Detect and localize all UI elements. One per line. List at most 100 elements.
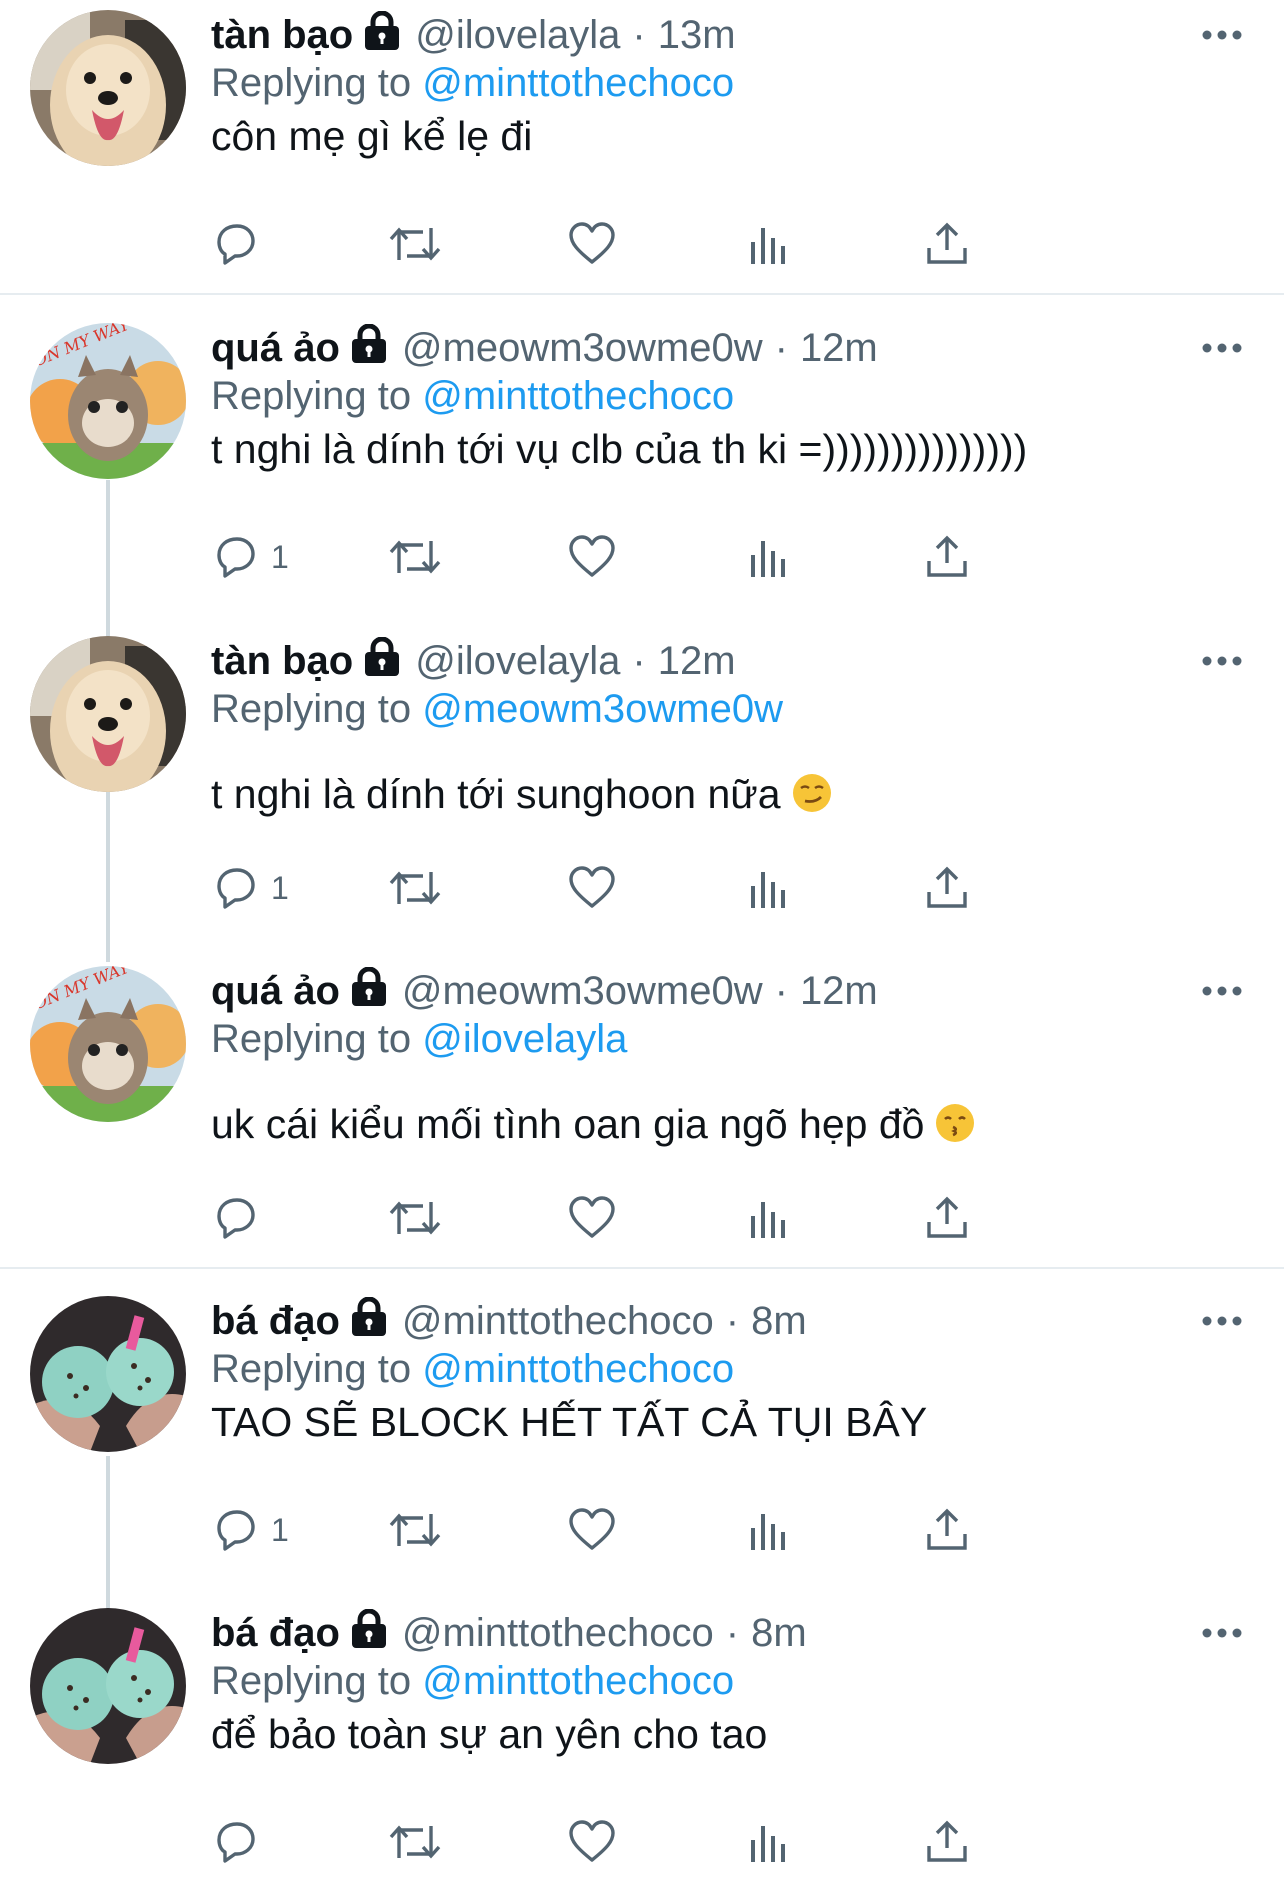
action-bar [211,214,1151,274]
analytics-icon [751,1826,785,1862]
reply-button[interactable] [211,1812,271,1872]
retweet-icon [389,871,441,905]
user-handle[interactable]: @minttothechoco [402,1608,714,1658]
analytics-button[interactable] [745,214,789,274]
analytics-button[interactable] [745,1812,789,1872]
retweet-icon [389,1825,441,1859]
action-bar [211,1812,1151,1872]
timestamp[interactable]: 13m [658,10,736,60]
reply-icon [217,1198,255,1239]
display-name[interactable]: bá đạo [211,1608,340,1658]
share-button[interactable] [923,527,971,587]
more-options-icon[interactable] [1200,20,1244,50]
timestamp[interactable]: 12m [800,966,878,1016]
replying-to-link[interactable]: @minttothechoco [422,374,734,418]
analytics-icon [751,228,785,264]
kissing-emoji-icon [934,1102,976,1144]
analytics-icon [751,1514,785,1550]
reply-count: 1 [271,538,289,575]
retweet-button[interactable] [389,214,441,274]
display-name[interactable]: tàn bạo [211,10,353,60]
user-handle[interactable]: @meowm3owme0w [402,323,763,373]
more-options-icon[interactable] [1200,1618,1244,1648]
separator-dot: · [725,1299,740,1343]
reply-count: 1 [271,1511,289,1548]
share-button[interactable] [923,1188,971,1248]
analytics-button[interactable] [745,527,789,587]
analytics-button[interactable] [745,858,789,918]
reply-count: 1 [271,869,289,906]
reply-button[interactable]: 1 [211,858,289,918]
replying-to: Replying to @minttothechoco [211,1344,734,1394]
action-bar [211,1188,1151,1248]
like-button[interactable] [567,1500,617,1560]
user-handle[interactable]: @meowm3owme0w [402,966,763,1016]
reply-button[interactable] [211,214,271,274]
dog-avatar[interactable] [30,10,186,166]
more-options-icon[interactable] [1200,976,1244,1006]
retweet-button[interactable] [389,1188,441,1248]
like-button[interactable] [567,1188,617,1248]
like-button[interactable] [567,858,617,918]
like-button[interactable] [567,1812,617,1872]
analytics-button[interactable] [745,1500,789,1560]
reply-button[interactable]: 1 [211,527,289,587]
retweet-button[interactable] [389,858,441,918]
reply-button[interactable] [211,1188,271,1248]
analytics-icon [751,541,785,577]
share-icon [927,1820,967,1862]
replying-to-link[interactable]: @minttothechoco [422,61,734,105]
reply-button[interactable]: 1 [211,1500,289,1560]
retweet-icon [389,540,441,574]
display-name[interactable]: tàn bạo [211,636,353,686]
cat-avatar[interactable]: ON MY WAY [30,323,186,479]
retweet-button[interactable] [389,1500,441,1560]
like-button[interactable] [567,527,617,587]
display-name[interactable]: bá đạo [211,1296,340,1346]
tweet-text: TAO SẼ BLOCK HẾT TẤT CẢ TỤI BÂY [211,1399,928,1445]
user-handle[interactable]: @ilovelayla [415,10,620,60]
share-button[interactable] [923,1812,971,1872]
user-handle[interactable]: @minttothechoco [402,1296,714,1346]
timestamp[interactable]: 8m [751,1608,807,1658]
retweet-button[interactable] [389,1812,441,1872]
cat-avatar[interactable]: ON MY WAY [30,966,186,1122]
timestamp[interactable]: 12m [800,323,878,373]
replying-prefix: Replying to [211,1347,412,1391]
replying-to: Replying to @minttothechoco [211,1656,734,1706]
more-options-icon[interactable] [1200,333,1244,363]
replying-to: Replying to @minttothechoco [211,371,734,421]
user-handle[interactable]: @ilovelayla [415,636,620,686]
more-options-icon[interactable] [1200,646,1244,676]
replying-to-link[interactable]: @minttothechoco [422,1347,734,1391]
replying-to-link[interactable]: @ilovelayla [422,1017,627,1061]
replying-to-link[interactable]: @meowm3owme0w [422,687,783,731]
icecream-avatar[interactable] [30,1296,186,1452]
share-button[interactable] [923,214,971,274]
share-icon [927,535,967,577]
tweet-text: uk cái kiểu mối tình oan gia ngõ hẹp đồ [211,1101,925,1147]
display-name[interactable]: quá ảo [211,323,340,373]
timestamp[interactable]: 12m [658,636,736,686]
heart-icon [569,1508,615,1550]
lock-icon [363,636,401,677]
like-button[interactable] [567,214,617,274]
dog-avatar[interactable] [30,636,186,792]
replying-to-link[interactable]: @minttothechoco [422,1659,734,1703]
divider [0,1267,1284,1269]
separator-dot: · [632,13,646,57]
heart-icon [569,535,615,577]
display-name[interactable]: quá ảo [211,966,340,1016]
lock-icon [350,323,388,364]
timestamp[interactable]: 8m [751,1296,807,1346]
icecream-avatar[interactable] [30,1608,186,1764]
share-button[interactable] [923,1500,971,1560]
replying-prefix: Replying to [211,687,412,731]
thread-line [106,1456,110,1616]
analytics-button[interactable] [745,1188,789,1248]
retweet-button[interactable] [389,527,441,587]
lock-icon [363,10,401,51]
separator-dot: · [725,1611,740,1655]
share-button[interactable] [923,858,971,918]
more-options-icon[interactable] [1200,1306,1244,1336]
